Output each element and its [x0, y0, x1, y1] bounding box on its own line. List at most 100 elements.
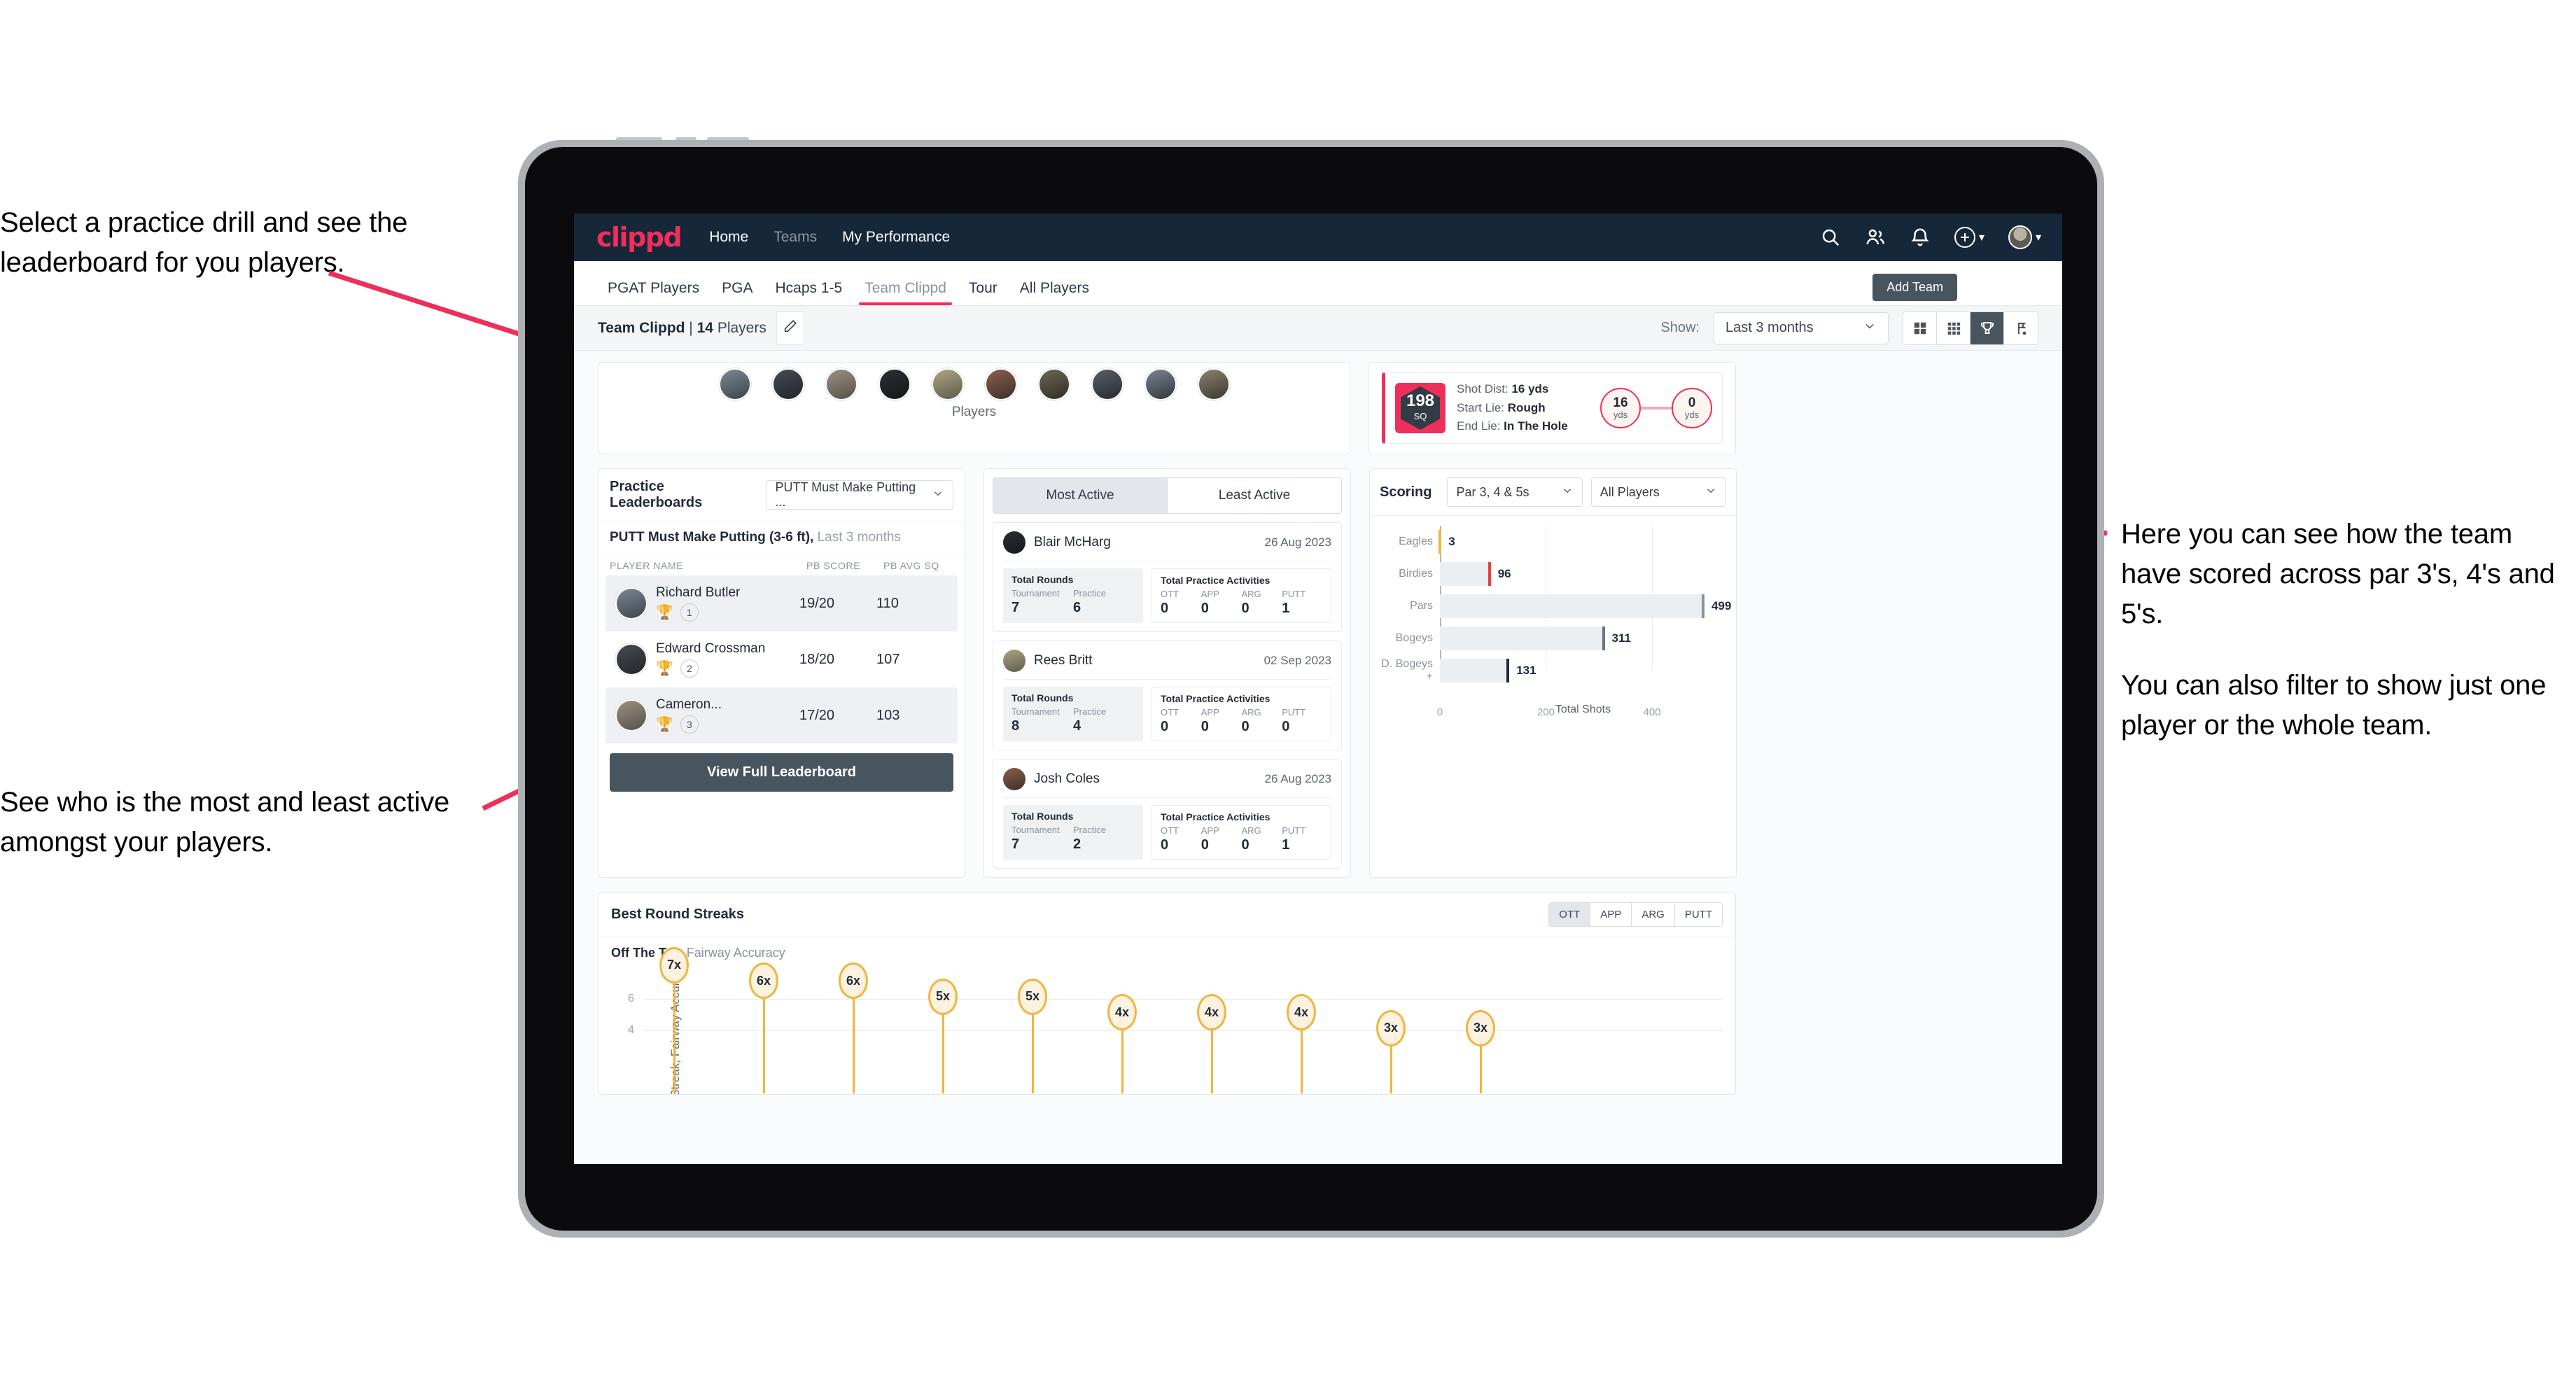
- segment-putt[interactable]: PUTT: [1674, 903, 1722, 926]
- pb-score-cell: 19/20: [799, 595, 835, 611]
- activity-item-header: Josh Coles 26 Aug 2023: [1003, 768, 1331, 798]
- bar-track: 3: [1438, 530, 1726, 554]
- practice-stat: Practice 4: [1073, 706, 1135, 734]
- plus-circle-icon[interactable]: [1954, 227, 1975, 248]
- scoring-chart: Eagles 3 Birdies 96 Pars 499 Bogeys 311 D. Bogey…: [1370, 516, 1736, 718]
- streak-marker[interactable]: 3x: [1376, 1009, 1406, 1046]
- clippd-logo[interactable]: clippd: [596, 224, 682, 251]
- ott-stat: OTT 0: [1161, 707, 1201, 735]
- streaks-title: Best Round Streaks: [611, 906, 745, 922]
- shot-quality-badge: 198 SQ: [1395, 383, 1446, 433]
- activity-item[interactable]: Blair McHarg 26 Aug 2023 Total Rounds Tourn…: [993, 522, 1342, 632]
- nav-item-teams[interactable]: Teams: [774, 229, 817, 246]
- bar-fill: [1440, 626, 1605, 650]
- streak-marker[interactable]: 3x: [1466, 1009, 1495, 1046]
- player-avatar[interactable]: [718, 368, 751, 400]
- activity-date: 26 Aug 2023: [1264, 536, 1331, 549]
- bell-icon[interactable]: [1910, 227, 1931, 248]
- streaks-plot: Streak, Fairway Accuracy 46 7x6x6x5x5x4x…: [611, 946, 1723, 1094]
- putt-label: PUTT: [1282, 825, 1306, 836]
- streak-marker[interactable]: 7x: [659, 946, 689, 983]
- toolbar-right: Show: Last 3 months: [1660, 311, 2038, 345]
- player-avatar[interactable]: [825, 368, 858, 400]
- tab-all-players[interactable]: All Players: [1009, 280, 1100, 305]
- player-avatar[interactable]: [878, 368, 911, 400]
- player-avatar[interactable]: [1091, 368, 1124, 400]
- period-select[interactable]: Last 3 months: [1714, 312, 1889, 344]
- grid-large-icon[interactable]: [1903, 312, 1937, 344]
- tab-least-active[interactable]: Least Active: [1167, 478, 1341, 513]
- nav-item-home[interactable]: Home: [709, 229, 748, 246]
- tab-team-clippd[interactable]: Team Clippd: [853, 280, 958, 305]
- drill-select[interactable]: PUTT Must Make Putting ...: [766, 480, 953, 510]
- nav-item-my-performance[interactable]: My Performance: [842, 229, 950, 246]
- people-icon[interactable]: [1865, 227, 1886, 248]
- streak-marker[interactable]: 5x: [928, 978, 958, 1015]
- streak-marker[interactable]: 4x: [1107, 994, 1137, 1030]
- player-avatar[interactable]: [1144, 368, 1177, 400]
- streak-marker[interactable]: 4x: [1287, 994, 1316, 1030]
- drill-heading: PUTT Must Make Putting (3-6 ft),: [610, 530, 814, 545]
- tab-pga[interactable]: PGA: [710, 280, 764, 305]
- pb-score-cell: 17/20: [799, 707, 835, 723]
- player-filter-select[interactable]: All Players: [1590, 477, 1727, 507]
- best-round-streaks-card: Best Round Streaks OTT APP ARG PUTT Off …: [598, 892, 1736, 1095]
- bar-cap: [1438, 530, 1442, 554]
- bar-fill: [1440, 659, 1510, 682]
- player-avatar[interactable]: [771, 368, 804, 400]
- view-full-leaderboard-button[interactable]: View Full Leaderboard: [610, 753, 953, 792]
- practice-activities-box: Total Practice Activities OTT 0 APP 0 ARG 0 PUT…: [1152, 568, 1331, 623]
- drill-select-value: PUTT Must Make Putting ...: [775, 480, 916, 509]
- bar-cap: [1602, 626, 1605, 650]
- tab-pgat-players[interactable]: PGAT Players: [596, 280, 710, 305]
- tab-hcaps-1-5[interactable]: Hcaps 1-5: [764, 280, 853, 305]
- player-avatar[interactable]: [1197, 368, 1230, 400]
- search-icon[interactable]: [1820, 227, 1841, 248]
- segment-arg[interactable]: ARG: [1632, 903, 1675, 926]
- putt-stat: PUTT 1: [1282, 589, 1322, 617]
- activity-item[interactable]: Josh Coles 26 Aug 2023 Total Rounds Tournam…: [993, 759, 1342, 869]
- trophy-icon[interactable]: [1970, 312, 2004, 344]
- table-row[interactable]: Richard Butler 🏆 1 19/20 110: [606, 575, 958, 631]
- player-avatar[interactable]: [1037, 368, 1070, 400]
- tab-most-active[interactable]: Most Active: [993, 478, 1167, 513]
- streak-marker[interactable]: 6x: [749, 962, 778, 999]
- bar-value-label: 96: [1497, 567, 1511, 580]
- activity-item[interactable]: Rees Britt 02 Sep 2023 Total Rounds Tournam…: [993, 640, 1342, 750]
- add-team-button[interactable]: Add Team: [1872, 274, 1957, 301]
- avatar[interactable]: [2008, 225, 2032, 249]
- profile-menu[interactable]: ▾: [2008, 225, 2041, 249]
- segment-ott[interactable]: OTT: [1549, 903, 1591, 926]
- bar-value-label: 3: [1448, 535, 1455, 548]
- tablet-frame: clippd Home Teams My Performance ▾ ▾ PGA…: [518, 140, 2104, 1238]
- player-avatar[interactable]: [931, 368, 964, 400]
- scoring-card: Scoring Par 3, 4 & 5s All Players Eagles…: [1369, 468, 1737, 878]
- segment-app[interactable]: APP: [1590, 903, 1632, 926]
- chevron-down-icon: ▾: [1978, 232, 1984, 244]
- row-top: Players 198 SQ Shot Dist: 16 yds Start L…: [598, 362, 2038, 454]
- golf-flag-icon[interactable]: [2004, 312, 2038, 344]
- streak-marker[interactable]: 6x: [839, 962, 868, 999]
- streak-stem: [1211, 1030, 1213, 1093]
- par-filter-select[interactable]: Par 3, 4 & 5s: [1447, 477, 1583, 507]
- streak-marker[interactable]: 5x: [1018, 978, 1047, 1015]
- edit-team-button[interactable]: [776, 311, 804, 345]
- tab-tour[interactable]: Tour: [958, 280, 1009, 305]
- dashboard-content: Players 198 SQ Shot Dist: 16 yds Start L…: [574, 351, 2062, 1095]
- grid-small-icon[interactable]: [1937, 312, 1970, 344]
- arg-label: ARG: [1241, 825, 1261, 836]
- add-menu[interactable]: ▾: [1954, 227, 1984, 248]
- streak-stem: [763, 999, 765, 1093]
- player-cell: Cameron... 🏆 3: [656, 697, 799, 734]
- pb-score-cell: 18/20: [799, 651, 835, 667]
- streak-stem: [673, 983, 676, 1093]
- bar-fill: [1440, 562, 1491, 586]
- table-row[interactable]: Cameron... 🏆 3 17/20 103: [606, 687, 958, 743]
- bar-category-label: Pars: [1410, 600, 1433, 612]
- main-nav: Home Teams My Performance: [709, 229, 950, 246]
- table-row[interactable]: Edward Crossman 🏆 2 18/20 107: [606, 631, 958, 687]
- shot-detail-inner: 198 SQ Shot Dist: 16 yds Start Lie: Roug…: [1382, 372, 1723, 444]
- distance-from-unit: yds: [1613, 410, 1628, 420]
- streak-marker[interactable]: 4x: [1197, 994, 1226, 1030]
- player-avatar[interactable]: [984, 368, 1017, 400]
